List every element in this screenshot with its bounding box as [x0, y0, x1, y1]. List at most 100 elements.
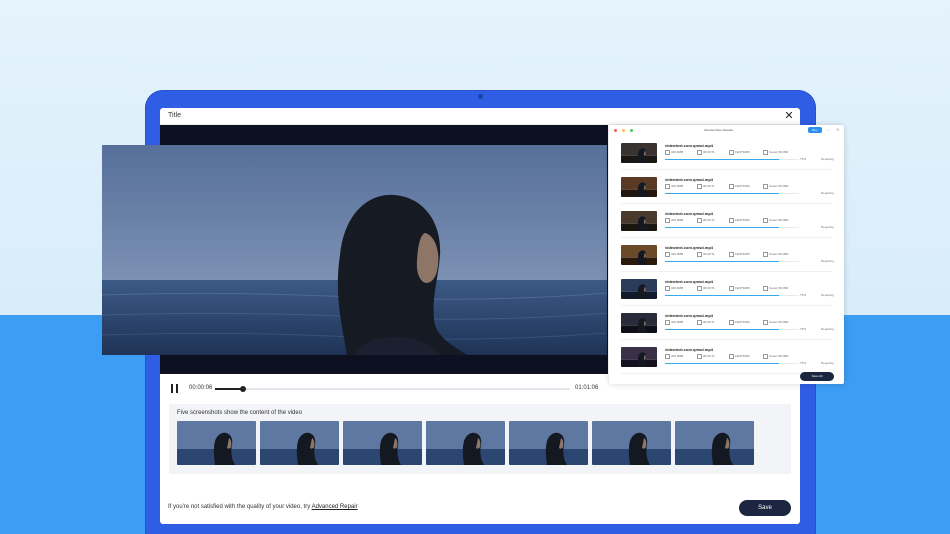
file-size: 325.9MB: [664, 218, 684, 223]
repair-status: Repairing: [821, 157, 834, 161]
file-size: 325.9MB: [664, 286, 684, 291]
camera-model: Canon 5D 800: [762, 320, 789, 325]
duration: 00:00:71: [697, 184, 715, 189]
advanced-repair-link[interactable]: Advanced Repair: [312, 504, 358, 510]
progress-percent: 75%: [800, 327, 807, 331]
file-size: 325.9MB: [664, 320, 684, 325]
quality-hint: If you're not satisfied with the quality…: [168, 504, 358, 510]
file-size: 325.9MB: [664, 150, 684, 155]
queue-item-meta: 325.9MB 00:00:71 1920*1080 Canon 5D 800: [664, 252, 815, 257]
resolution: 1920*1080: [729, 252, 750, 257]
queue-item-name: videotext.com.qmsd.mp4: [665, 347, 714, 352]
camera-model: Canon 5D 800: [762, 150, 789, 155]
queue-item-name: videotext.com.qmsd.mp4: [665, 177, 714, 182]
camera-model: Canon 5D 800: [762, 184, 789, 189]
queue-item-name: videotext.com.qmsd.mp4: [665, 279, 714, 284]
repair-progress-bar: [665, 193, 799, 194]
repair-progress-fill: [665, 363, 779, 364]
save-button[interactable]: Save: [739, 500, 791, 516]
queue-item[interactable]: videotext.com.qmsd.mp4 325.9MB 00:00:71 …: [609, 143, 844, 173]
repair-status: Repairing: [821, 327, 834, 331]
footer-bar: If you're not satisfied with the quality…: [160, 500, 800, 520]
repair-progress-fill: [665, 295, 779, 296]
queue-item[interactable]: videotext.com.qmsd.mp4 325.9MB 00:00:71 …: [609, 245, 844, 275]
laptop-camera: [478, 94, 483, 99]
progress-percent: 75%: [800, 293, 807, 297]
progress-percent: 75%: [800, 361, 807, 365]
divider: [621, 169, 832, 170]
queue-item-name: videotext.com.qmsd.mp4: [665, 211, 714, 216]
queue-thumbnail: [621, 177, 657, 197]
resolution: 1920*1080: [729, 354, 750, 359]
close-dot-icon[interactable]: [614, 129, 617, 132]
repair-progress-fill: [665, 227, 779, 228]
resolution: 1920*1080: [729, 184, 750, 189]
save-all-button[interactable]: Save All: [800, 372, 834, 381]
close-icon[interactable]: ✕: [782, 109, 796, 123]
queue-titlebar: Wondershare Repairit Buy – ✕: [609, 125, 844, 136]
queue-thumbnail: [621, 347, 657, 367]
total-time: 01:01:06: [575, 385, 599, 391]
duration: 00:00:71: [697, 286, 715, 291]
quality-hint-text: If you're not satisfied with the quality…: [168, 504, 312, 510]
queue-thumbnail: [621, 143, 657, 163]
queue-item-meta: 325.9MB 00:00:71 1920*1080 Canon 5D 800: [664, 286, 815, 291]
queue-item-meta: 325.9MB 00:00:71 1920*1080 Canon 5D 800: [664, 150, 815, 155]
screenshot-thumbnail[interactable]: [177, 421, 256, 465]
screenshot-thumbnail[interactable]: [260, 421, 339, 465]
divider: [621, 237, 832, 238]
repair-status: Repairing: [821, 225, 834, 229]
seek-handle[interactable]: [240, 386, 247, 392]
screenshots-label: Five screenshots show the content of the…: [177, 410, 303, 416]
queue-item[interactable]: videotext.com.qmsd.mp4 325.9MB 00:00:71 …: [609, 313, 844, 343]
queue-item-meta: 325.9MB 00:00:71 1920*1080 Canon 5D 800: [664, 184, 815, 189]
queue-item[interactable]: videotext.com.qmsd.mp4 325.9MB 00:00:71 …: [609, 279, 844, 309]
resolution: 1920*1080: [729, 150, 750, 155]
close-icon[interactable]: ✕: [836, 127, 839, 132]
queue-thumbnail: [621, 211, 657, 231]
window-titlebar: Title ✕: [160, 108, 800, 125]
repair-progress-bar: [665, 329, 799, 330]
repair-progress-fill: [665, 261, 779, 262]
queue-thumbnail: [621, 245, 657, 265]
repair-queue-window: Wondershare Repairit Buy – ✕ videotext.c…: [609, 125, 844, 384]
queue-item[interactable]: videotext.com.qmsd.mp4 325.9MB 00:00:71 …: [609, 177, 844, 207]
repair-progress-bar: [665, 159, 799, 160]
queue-item[interactable]: videotext.com.qmsd.mp4 325.9MB 00:00:71 …: [609, 211, 844, 241]
repair-status: Repairing: [821, 259, 834, 263]
duration: 00:00:71: [697, 218, 715, 223]
camera-model: Canon 5D 800: [762, 286, 789, 291]
repair-progress-bar: [665, 295, 799, 296]
camera-model: Canon 5D 800: [762, 252, 789, 257]
queue-item-name: videotext.com.qmsd.mp4: [665, 245, 714, 250]
divider: [621, 271, 832, 272]
screenshot-thumbnail[interactable]: [592, 421, 671, 465]
divider: [621, 339, 832, 340]
screenshot-thumbnail[interactable]: [675, 421, 754, 465]
screenshot-thumbnail[interactable]: [509, 421, 588, 465]
screenshots-row: [177, 421, 754, 465]
player-controls: 00:00:06 01:01:06: [160, 380, 608, 398]
video-frame-image: [102, 145, 607, 355]
seek-bar[interactable]: [215, 386, 570, 392]
maximize-dot-icon[interactable]: [630, 129, 633, 132]
queue-item-meta: 325.9MB 00:00:71 1920*1080 Canon 5D 800: [664, 354, 815, 359]
repair-status: Repairing: [821, 191, 834, 195]
queue-thumbnail: [621, 313, 657, 333]
duration: 00:00:71: [697, 252, 715, 257]
minimize-icon[interactable]: –: [827, 127, 829, 132]
duration: 00:00:71: [697, 150, 715, 155]
pause-button[interactable]: [169, 383, 181, 395]
queue-item-meta: 325.9MB 00:00:71 1920*1080 Canon 5D 800: [664, 218, 815, 223]
queue-item-name: videotext.com.qmsd.mp4: [665, 313, 714, 318]
repair-status: Repairing: [821, 293, 834, 297]
current-time: 00:00:06: [189, 385, 213, 391]
repair-progress-bar: [665, 227, 799, 228]
minimize-dot-icon[interactable]: [622, 129, 625, 132]
queue-item-meta: 325.9MB 00:00:71 1920*1080 Canon 5D 800: [664, 320, 815, 325]
file-size: 325.9MB: [664, 354, 684, 359]
screenshot-thumbnail[interactable]: [426, 421, 505, 465]
screenshot-thumbnail[interactable]: [343, 421, 422, 465]
repair-progress-bar: [665, 261, 799, 262]
buy-badge[interactable]: Buy: [808, 127, 822, 133]
